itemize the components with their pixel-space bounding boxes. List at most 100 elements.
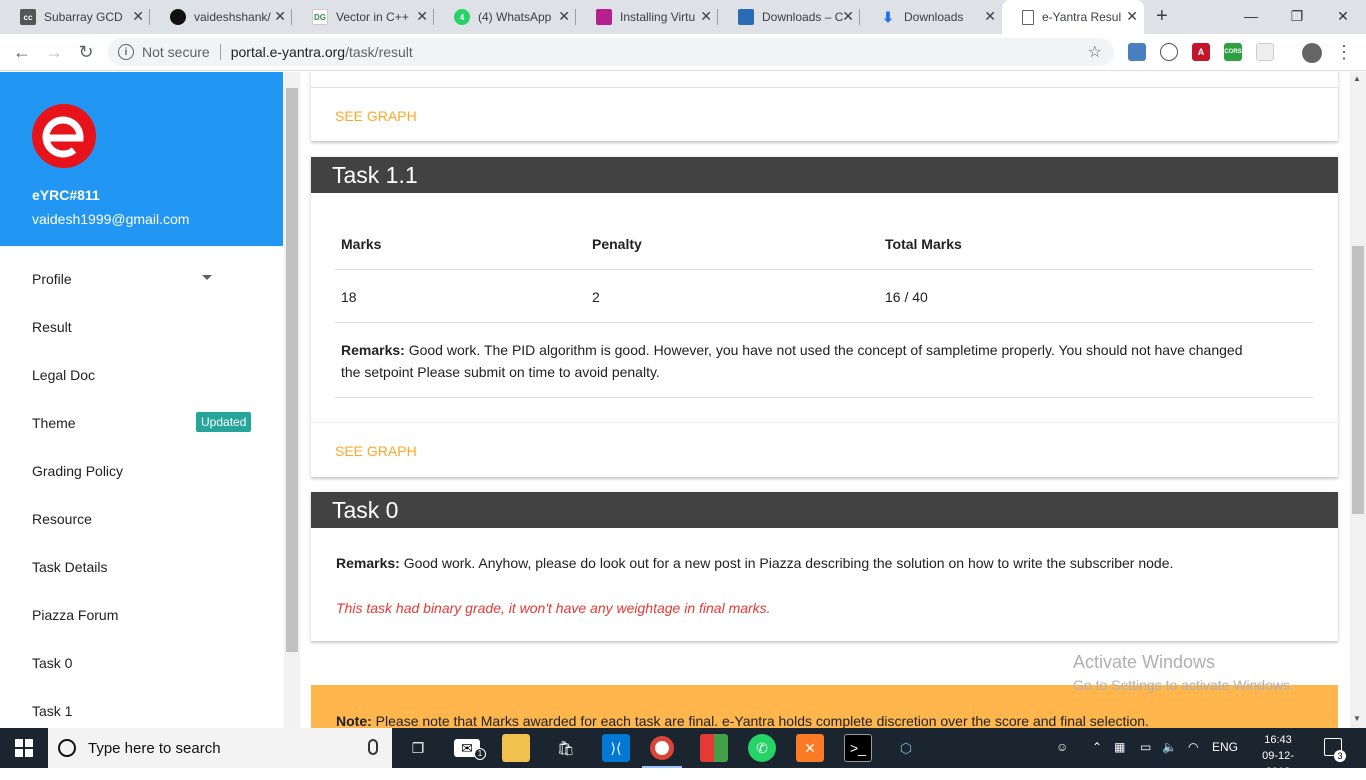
sourceforge-icon xyxy=(738,9,754,25)
card-title: Task 0 xyxy=(311,492,1338,528)
sidebar-item-theme[interactable]: Theme Updated xyxy=(32,412,252,433)
url-host: portal.e-yantra.org xyxy=(230,44,346,60)
menu-dots-icon[interactable]: ⋮ xyxy=(1332,40,1356,64)
close-window-icon[interactable]: ✕ xyxy=(1320,0,1366,32)
sidebar-item-label: Result xyxy=(32,319,72,335)
reload-icon[interactable]: ↻ xyxy=(74,40,98,64)
watermark-subtitle: Go to Settings to activate Windows. xyxy=(1073,677,1294,693)
page-scrollbar-thumb[interactable] xyxy=(1352,246,1364,514)
file-explorer-icon[interactable] xyxy=(502,734,530,762)
close-tab-icon[interactable]: ✕ xyxy=(558,9,570,23)
sidebar-item-legal-doc[interactable]: Legal Doc xyxy=(32,365,252,385)
qr-extension-icon[interactable] xyxy=(1256,43,1274,61)
office-app-icon[interactable] xyxy=(700,734,728,762)
whatsapp-icon[interactable]: ✆ xyxy=(748,734,776,762)
security-label: Not secure xyxy=(142,44,210,60)
dropdown-caret-icon xyxy=(202,275,212,280)
browser-tab-strip: cc Subarray GCD ✕ vaideshshank/ ✕ DG Vec… xyxy=(0,0,1366,34)
previous-task-card: SEE GRAPH xyxy=(311,72,1338,141)
sidebar-item-label: Task Details xyxy=(32,559,108,575)
chrome-icon[interactable] xyxy=(650,736,674,760)
language-indicator[interactable]: ENG xyxy=(1212,740,1238,754)
camera-extension-icon[interactable] xyxy=(1128,43,1146,61)
scroll-up-icon[interactable]: ▲ xyxy=(1353,74,1361,83)
notification-count: 3 xyxy=(1334,750,1346,762)
sidebar-item-label: Task 1 xyxy=(32,703,73,719)
tab-whatsapp[interactable]: 4 (4) WhatsApp ✕ xyxy=(434,0,576,34)
tab-title: (4) WhatsApp xyxy=(478,10,552,24)
angular-icon[interactable]: A xyxy=(1192,43,1210,61)
see-graph-link[interactable]: SEE GRAPH xyxy=(335,443,417,459)
sidebar-item-label: Task 0 xyxy=(32,655,73,671)
new-tab-icon[interactable]: + xyxy=(1156,5,1168,28)
windows-start-button[interactable] xyxy=(0,728,48,768)
sidebar-item-task-1[interactable]: Task 1 xyxy=(32,701,252,721)
penalty-value: 2 xyxy=(592,289,600,305)
tab-eyantra-result[interactable]: e-Yantra Resul ✕ xyxy=(1002,0,1144,34)
sidebar-item-label: Resource xyxy=(32,511,92,527)
sidebar-item-resource[interactable]: Resource xyxy=(32,509,252,529)
close-tab-icon[interactable]: ✕ xyxy=(132,9,144,23)
network-icon[interactable]: ▦ xyxy=(1114,740,1125,754)
eyantra-logo xyxy=(32,104,96,168)
clock-time: 16:43 xyxy=(1264,734,1292,746)
search-placeholder: Type here to search xyxy=(88,739,221,757)
taskbar-search-box[interactable]: Type here to search xyxy=(48,728,392,768)
volume-icon[interactable]: 🔈 xyxy=(1162,740,1177,754)
people-icon[interactable]: ☺ xyxy=(1056,740,1068,754)
tab-title: Vector in C++ xyxy=(336,10,409,24)
cors-icon[interactable]: CORS xyxy=(1224,43,1242,61)
xampp-icon[interactable]: ✕ xyxy=(796,734,824,762)
terminal-icon[interactable]: >_ xyxy=(844,734,872,762)
tab-github[interactable]: vaideshshank/ ✕ xyxy=(150,0,292,34)
sidebar-item-result[interactable]: Result xyxy=(32,317,252,337)
sidebar-item-task-details[interactable]: Task Details xyxy=(32,557,252,577)
wifi-icon[interactable]: ◠ xyxy=(1188,740,1198,754)
scroll-down-icon[interactable]: ▼ xyxy=(1353,714,1361,723)
clock-date: 09-12-2018 xyxy=(1262,750,1294,778)
profile-avatar[interactable] xyxy=(1302,43,1322,63)
extension-icon[interactable] xyxy=(1160,43,1178,61)
tab-title: Installing Virtu xyxy=(620,10,696,24)
virtualbox-icon[interactable]: ⬡ xyxy=(892,734,920,762)
close-tab-icon[interactable]: ✕ xyxy=(274,9,286,23)
sidebar-item-task-0[interactable]: Task 0 xyxy=(32,653,252,673)
sidebar-item-piazza-forum[interactable]: Piazza Forum xyxy=(32,605,252,625)
tab-downloads[interactable]: ⬇ Downloads ✕ xyxy=(860,0,1002,34)
url-path: /task/result xyxy=(345,44,413,60)
watermark-title: Activate Windows xyxy=(1073,652,1216,672)
vscode-icon[interactable]: ⟩⟨ xyxy=(602,734,630,762)
show-hidden-icons[interactable]: ⌃ xyxy=(1092,740,1102,754)
sidebar-item-profile[interactable]: Profile xyxy=(32,269,252,289)
tab-installing-virtual[interactable]: Installing Virtu ✕ xyxy=(576,0,718,34)
back-icon[interactable]: ← xyxy=(10,40,34,64)
bookmark-star-icon[interactable]: ☆ xyxy=(1088,42,1102,62)
sidebar-item-grading-policy[interactable]: Grading Policy xyxy=(32,461,252,481)
address-bar[interactable]: i Not secure portal.e-yantra.org /task/r… xyxy=(108,38,1114,66)
tab-vector-cpp[interactable]: DG Vector in C++ ✕ xyxy=(292,0,434,34)
task-view-icon[interactable]: ❐ xyxy=(404,734,432,762)
tab-title: e-Yantra Resul xyxy=(1042,10,1122,24)
battery-icon[interactable]: ▭ xyxy=(1140,740,1151,754)
restore-icon[interactable]: ❐ xyxy=(1274,0,1320,32)
tab-subarray-gcd[interactable]: cc Subarray GCD ✕ xyxy=(0,0,150,34)
forward-icon[interactable]: → xyxy=(42,40,66,64)
binary-grade-note: This task had binary grade, it won't hav… xyxy=(336,600,771,616)
close-tab-icon[interactable]: ✕ xyxy=(416,9,428,23)
close-tab-icon[interactable]: ✕ xyxy=(842,9,854,23)
store-icon[interactable]: 🛍 xyxy=(552,734,580,762)
close-tab-icon[interactable]: ✕ xyxy=(1126,9,1138,23)
close-tab-icon[interactable]: ✕ xyxy=(700,9,712,23)
sidebar-scrollbar-thumb[interactable] xyxy=(286,88,298,652)
microphone-icon[interactable] xyxy=(368,739,378,755)
minimize-icon[interactable]: — xyxy=(1228,0,1274,32)
close-tab-icon[interactable]: ✕ xyxy=(984,9,996,23)
see-graph-link[interactable]: SEE GRAPH xyxy=(335,108,417,124)
info-icon[interactable]: i xyxy=(118,44,134,60)
sidebar: eYRC#811 vaidesh1999@gmail.com Profile R… xyxy=(0,72,283,728)
sidebar-item-label: Piazza Forum xyxy=(32,607,119,623)
remarks: Remarks: Good work. Anyhow, please do lo… xyxy=(336,552,1326,574)
clock[interactable]: 16:43 09-12-2018 xyxy=(1252,732,1304,780)
tab-downloads-c[interactable]: Downloads – C ✕ xyxy=(718,0,860,34)
whatsapp-icon: 4 xyxy=(454,9,470,25)
